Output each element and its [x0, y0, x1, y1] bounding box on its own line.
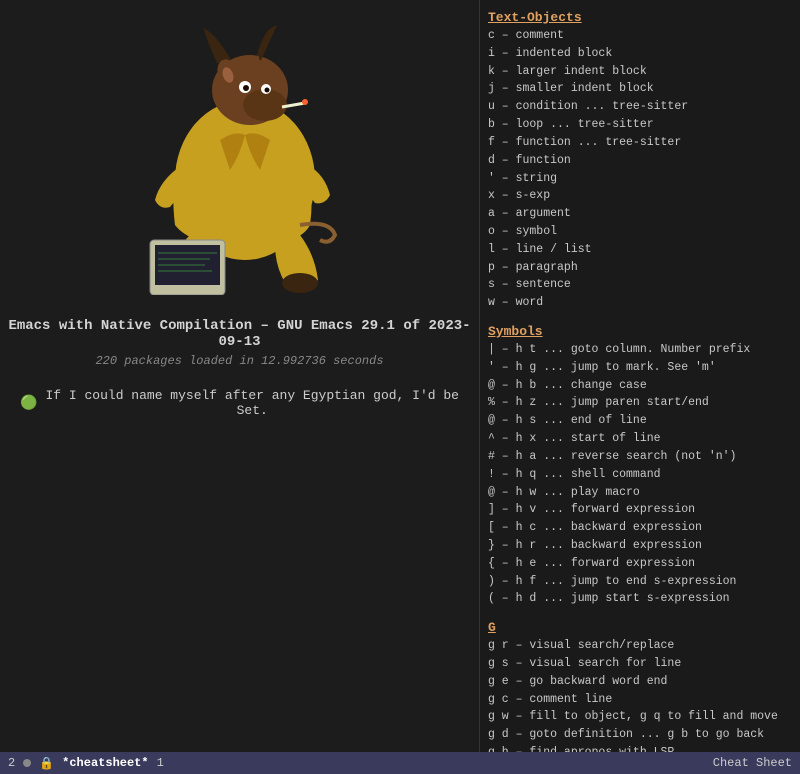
section-title-text-objects: Text-Objects	[488, 10, 792, 25]
sections-container: Text-Objects c – comment i – indented bl…	[488, 6, 792, 752]
help-item: b – loop ... tree-sitter	[488, 116, 792, 134]
help-item: a – argument	[488, 205, 792, 223]
help-item: g w – fill to object, g q to fill and mo…	[488, 708, 792, 726]
packages-loaded-text: 220 packages loaded in 12.992736 seconds	[95, 354, 383, 368]
help-item: % – h z ... jump paren start/end	[488, 394, 792, 412]
help-item: g d – goto definition ... g b to go back	[488, 726, 792, 744]
help-item: ' – h g ... jump to mark. See 'm'	[488, 359, 792, 377]
help-item: p – paragraph	[488, 259, 792, 277]
help-item: @ – h s ... end of line	[488, 412, 792, 430]
fortune-text: If I could name myself after any Egyptia…	[45, 388, 459, 418]
fortune-message: 🟢 If I could name myself after any Egypt…	[0, 388, 479, 418]
help-item: } – h r ... backward expression	[488, 537, 792, 555]
emacs-title: Emacs with Native Compilation – GNU Emac…	[0, 318, 479, 350]
help-item: { – h e ... forward expression	[488, 555, 792, 573]
help-item: l – line / list	[488, 241, 792, 259]
help-item: g e – go backward word end	[488, 673, 792, 691]
status-bar: 2 🔒 *cheatsheet* 1 Cheat Sheet	[0, 752, 800, 774]
status-buffer-num: 1	[157, 756, 164, 770]
help-item: u – condition ... tree-sitter	[488, 98, 792, 116]
help-item: ] – h v ... forward expression	[488, 501, 792, 519]
help-item: ! – h q ... shell command	[488, 466, 792, 484]
help-item: s – sentence	[488, 276, 792, 294]
help-item: # – h a ... reverse search (not 'n')	[488, 448, 792, 466]
fortune-icon: 🟢	[20, 395, 37, 412]
help-item: x – s-exp	[488, 187, 792, 205]
help-item: j – smaller indent block	[488, 80, 792, 98]
gnu-mascot-image	[80, 20, 400, 300]
help-item: g h – find apropos with LSP	[488, 744, 792, 752]
status-lock-icon: 🔒	[39, 756, 54, 771]
help-item: g s – visual search for line	[488, 655, 792, 673]
help-item: d – function	[488, 152, 792, 170]
help-item: ' – string	[488, 170, 792, 188]
help-item: | – h t ... goto column. Number prefix	[488, 341, 792, 359]
help-item: f – function ... tree-sitter	[488, 134, 792, 152]
help-item: g r – visual search/replace	[488, 637, 792, 655]
status-filename: *cheatsheet*	[62, 756, 148, 770]
help-item: ^ – h x ... start of line	[488, 430, 792, 448]
section-title-symbols: Symbols	[488, 324, 792, 339]
status-number: 2	[8, 756, 15, 770]
help-item: [ – h c ... backward expression	[488, 519, 792, 537]
left-panel: Emacs with Native Compilation – GNU Emac…	[0, 0, 480, 752]
help-item: w – word	[488, 294, 792, 312]
help-item: g c – comment line	[488, 691, 792, 709]
help-item: ) – h f ... jump to end s-expression	[488, 573, 792, 591]
status-dot	[23, 759, 31, 767]
section-title-g-commands: G	[488, 620, 792, 635]
status-mode: Cheat Sheet	[713, 756, 792, 770]
help-item: @ – h b ... change case	[488, 377, 792, 395]
help-item: k – larger indent block	[488, 63, 792, 81]
help-item: @ – h w ... play macro	[488, 484, 792, 502]
help-item: i – indented block	[488, 45, 792, 63]
help-item: c – comment	[488, 27, 792, 45]
right-panel: Text-Objects c – comment i – indented bl…	[480, 0, 800, 752]
help-item: ( – h d ... jump start s-expression	[488, 590, 792, 608]
help-item: o – symbol	[488, 223, 792, 241]
